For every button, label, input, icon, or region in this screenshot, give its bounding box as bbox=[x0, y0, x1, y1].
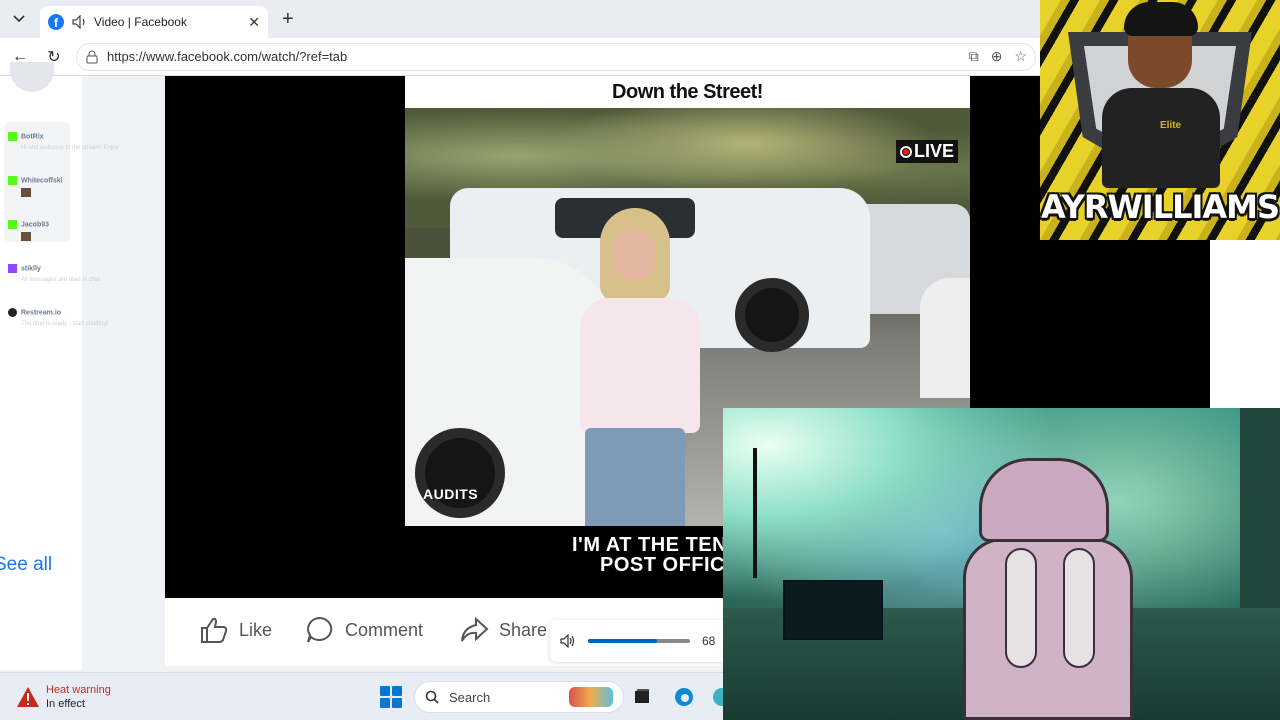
screen: f Video | Facebook ✕ + ← ↻ https://www.f… bbox=[0, 0, 1280, 720]
like-button[interactable]: Like bbox=[199, 616, 272, 644]
caption-line-2: POST OFFIC bbox=[600, 554, 725, 576]
weather-widget[interactable]: Heat warning In effect bbox=[16, 683, 111, 711]
windows-taskbar: Heat warning In effect Search bbox=[0, 672, 731, 720]
windows-logo-pane bbox=[392, 686, 402, 696]
see-all-link[interactable]: See all bbox=[0, 554, 52, 576]
zoom-icon[interactable]: ⊕ bbox=[991, 48, 1003, 65]
comment-icon bbox=[307, 616, 333, 643]
suv-wheel bbox=[415, 428, 505, 518]
chat-message: BotRix Hi and welcome to the stream! Enj… bbox=[8, 132, 119, 151]
chat-text: Hi and welcome to the stream! Enjoy bbox=[21, 145, 119, 151]
live-badge: LIVE bbox=[895, 140, 958, 163]
site-info-icon[interactable] bbox=[85, 50, 99, 64]
emote-image bbox=[21, 232, 31, 241]
sidebar-gutter bbox=[82, 76, 164, 670]
address-bar: ← ↻ https://www.facebook.com/watch/?ref=… bbox=[0, 38, 1040, 76]
tab-actions-menu-button[interactable] bbox=[4, 4, 34, 34]
shirt bbox=[580, 298, 700, 433]
truck-wheel bbox=[735, 278, 809, 352]
weather-title: Heat warning bbox=[46, 684, 111, 696]
comment-button[interactable]: Comment bbox=[305, 616, 423, 644]
webcam-feed bbox=[723, 408, 1280, 720]
chat-message: stiklly All messages are read in chat bbox=[8, 264, 100, 283]
windows-logo-pane bbox=[392, 698, 402, 708]
tab-strip: f Video | Facebook ✕ + bbox=[0, 0, 1040, 38]
volume-value: 68 bbox=[702, 634, 716, 648]
chat-message: Restream.io The chat is ready - start ch… bbox=[8, 308, 108, 327]
chat-author: Restream.io bbox=[21, 309, 62, 317]
start-button[interactable] bbox=[380, 686, 402, 708]
chair-stripe bbox=[1063, 548, 1095, 668]
gaming-chair bbox=[943, 448, 1143, 720]
weather-subtitle: In effect bbox=[46, 698, 85, 710]
woman-on-phone bbox=[575, 208, 705, 526]
task-view-icon[interactable] bbox=[632, 687, 652, 707]
kick-icon bbox=[8, 176, 17, 185]
chat-text: All messages are read in chat bbox=[21, 277, 101, 283]
share-label: Share bbox=[499, 619, 548, 640]
webcam-monitor bbox=[783, 580, 883, 640]
chair-headrest bbox=[979, 458, 1109, 542]
taskbar-search[interactable]: Search bbox=[414, 681, 624, 713]
volume-flyout: 68 bbox=[550, 620, 730, 662]
url-field[interactable]: https://www.facebook.com/watch/?ref=tab … bbox=[76, 42, 1036, 71]
search-icon bbox=[425, 690, 439, 704]
weather-text: Heat warning In effect bbox=[46, 683, 111, 711]
volume-slider[interactable] bbox=[588, 639, 690, 643]
warning-icon bbox=[17, 687, 39, 707]
share-button[interactable]: Share bbox=[459, 616, 547, 644]
elite-badge: Elite bbox=[1160, 120, 1182, 131]
chat-message: Jacob93 bbox=[8, 220, 49, 241]
windows-logo-icon bbox=[380, 686, 390, 696]
edge-browser-icon[interactable] bbox=[674, 687, 694, 707]
video-headline: Down the Street! bbox=[405, 76, 970, 108]
chair-stripe bbox=[1005, 548, 1037, 668]
thumbs-up-icon bbox=[201, 617, 228, 643]
chat-author: Jacob93 bbox=[21, 221, 50, 229]
emote-image bbox=[21, 188, 31, 197]
chat-author: Whitecoffski bbox=[21, 177, 63, 185]
share-icon bbox=[461, 616, 489, 642]
webcam-lamp bbox=[753, 448, 757, 578]
live-dot-icon bbox=[899, 145, 912, 158]
character-hair bbox=[1124, 2, 1198, 36]
streamer-name: AYRWILLIAMS bbox=[1040, 188, 1280, 226]
speaker-icon[interactable] bbox=[72, 15, 88, 29]
close-tab-icon[interactable]: ✕ bbox=[248, 14, 260, 31]
open-in-app-icon[interactable]: ⧉ bbox=[969, 48, 979, 65]
overlay-black-area bbox=[1040, 240, 1210, 408]
chat-author: BotRix bbox=[21, 133, 44, 141]
volume-icon[interactable] bbox=[560, 634, 576, 648]
overlay-white-area bbox=[1210, 240, 1280, 408]
jeans bbox=[585, 428, 685, 526]
live-label: LIVE bbox=[913, 141, 954, 161]
like-label: Like bbox=[239, 619, 273, 640]
search-placeholder: Search bbox=[449, 689, 491, 705]
volume-slider-fill bbox=[588, 639, 658, 643]
chat-message: Whitecoffski bbox=[8, 176, 63, 197]
url-text: https://www.facebook.com/watch/?ref=tab bbox=[107, 49, 348, 64]
face bbox=[613, 230, 655, 280]
search-highlight-image bbox=[569, 687, 613, 707]
windows-logo-pane bbox=[380, 698, 390, 708]
chair-back bbox=[963, 538, 1133, 720]
audits-watermark: AUDITS bbox=[423, 486, 479, 502]
comment-label: Comment bbox=[345, 619, 424, 640]
favorite-star-icon[interactable]: ☆ bbox=[1014, 48, 1027, 65]
facebook-icon: f bbox=[48, 14, 64, 30]
kick-icon bbox=[8, 220, 17, 229]
second-person bbox=[920, 278, 970, 398]
restream-icon bbox=[8, 308, 17, 317]
browser-tab-active[interactable]: f Video | Facebook ✕ bbox=[40, 6, 268, 38]
kick-icon bbox=[8, 132, 17, 141]
chevron-down-icon bbox=[13, 15, 25, 23]
tab-title: Video | Facebook bbox=[94, 15, 187, 29]
character-body bbox=[1102, 88, 1220, 188]
chat-text: The chat is ready - start chatting! bbox=[21, 321, 109, 327]
chat-author: stiklly bbox=[21, 265, 41, 273]
avatar[interactable] bbox=[10, 62, 54, 92]
twitch-icon bbox=[8, 264, 17, 273]
streamer-logo: Elite AYRWILLIAMS bbox=[1040, 0, 1280, 240]
new-tab-button[interactable]: + bbox=[282, 8, 294, 31]
